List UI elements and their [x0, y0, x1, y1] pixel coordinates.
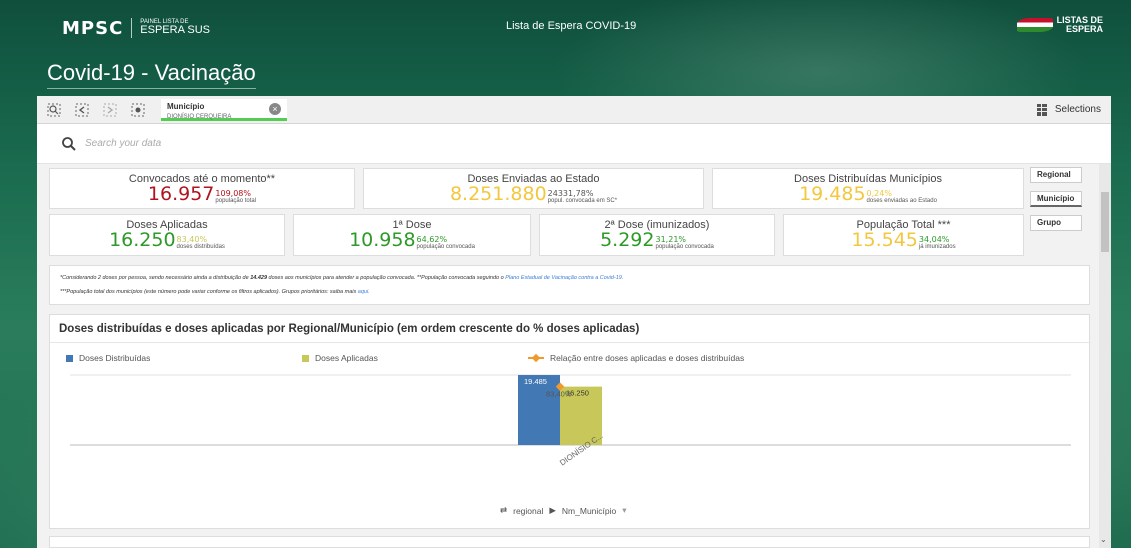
- kpi-label: 2ª Dose (imunizados): [604, 219, 710, 231]
- footnote-bold-number: 14.429: [250, 275, 268, 281]
- selections-icon: [1036, 103, 1047, 116]
- selection-toolbar: Município DIONÍSIO CERQUEIRA × Selection…: [37, 96, 1111, 124]
- bar-chart[interactable]: 19.48516.25083,40%DIONÍSIO C...: [50, 365, 1091, 505]
- header-center-title: Lista de Espera COVID-19: [506, 20, 637, 32]
- kpi-pct: 31,21%: [655, 235, 687, 244]
- sheet-content: Convocados até o momento** 16.957 109,08…: [37, 164, 1111, 548]
- logo-divider: [131, 18, 133, 38]
- kpi-pct: 83,40%: [176, 235, 208, 244]
- kpi-sub: doses enviadas ao Estado: [866, 198, 937, 204]
- municipio-button[interactable]: Município: [1030, 191, 1082, 207]
- bottom-panel: [49, 536, 1090, 548]
- kpi-sub: população total: [215, 198, 257, 204]
- kpi-dose-1[interactable]: 1ª Dose 10.958 64,62% população convocada: [293, 214, 531, 256]
- plano-estadual-link[interactable]: Plano Estadual de Vacinação contra a Cov…: [505, 275, 623, 281]
- kpi-populacao-total[interactable]: População Total *** 15.545 34,04% já imun…: [783, 214, 1024, 256]
- footnote-line2: ***População total dos municípios (este …: [60, 285, 1079, 299]
- right-logo-line2: ESPERA: [1065, 24, 1103, 34]
- kpi-value: 8.251.880: [449, 183, 547, 205]
- listas-espera-logo: LISTAS DE ESPERA: [1016, 16, 1103, 34]
- legend-label: Relação entre doses aplicadas e doses di…: [550, 353, 745, 363]
- drilldown-icon: ⇄: [500, 505, 508, 515]
- legend-item-aplicadas[interactable]: Doses Aplicadas: [302, 353, 378, 363]
- bar-data-label: 19.485: [524, 377, 547, 386]
- step-forward-icon[interactable]: [99, 101, 121, 119]
- arrow-right-icon: ▶: [549, 505, 556, 515]
- chart-title: Doses distribuídas e doses aplicadas por…: [59, 323, 640, 335]
- divider: [50, 342, 1091, 343]
- mpsc-logo[interactable]: MPSC: [62, 18, 123, 39]
- scrollbar[interactable]: ⌄: [1099, 164, 1111, 548]
- search-icon: [62, 136, 76, 151]
- relation-data-label: 83,40%: [546, 390, 572, 399]
- kpi-doses-enviadas[interactable]: Doses Enviadas ao Estado 8.251.880 24331…: [363, 168, 704, 209]
- kpi-pct: 0,24%: [866, 189, 892, 198]
- selection-field-value: DIONÍSIO CERQUEIRA: [167, 114, 232, 120]
- chart-panel[interactable]: Doses distribuídas e doses aplicadas por…: [49, 314, 1091, 529]
- clear-selections-icon[interactable]: [127, 101, 149, 119]
- kpi-dose-2[interactable]: 2ª Dose (imunizados) 5.292 31,21% populaç…: [539, 214, 775, 256]
- selection-field-label: Município: [167, 102, 205, 111]
- footnote-line1: *Considerando 2 doses por pessoa, sendo …: [60, 271, 1079, 285]
- kpi-pct: 34,04%: [918, 235, 950, 244]
- page-title: Covid-19 - Vacinação: [47, 60, 256, 89]
- line-marker-icon: [528, 353, 544, 363]
- footnote: *Considerando 2 doses por pessoa, sendo …: [49, 265, 1090, 305]
- kpi-sub: já imunizados: [918, 244, 956, 250]
- kpi-label: Doses Distribuídas Municípios: [794, 173, 942, 185]
- legend-swatch: [302, 354, 309, 362]
- smart-search-icon[interactable]: [43, 101, 65, 119]
- header-bar: MPSC PAINEL LISTA DE ESPERA SUS Lista de…: [37, 10, 1111, 46]
- kpi-sub: população convocada: [655, 244, 714, 250]
- legend-item-distribuidas[interactable]: Doses Distribuídas: [66, 353, 150, 363]
- legend-item-relacao[interactable]: Relação entre doses aplicadas e doses di…: [528, 353, 744, 363]
- kpi-doses-aplicadas[interactable]: Doses Aplicadas 16.250 83,40% doses distr…: [49, 214, 285, 256]
- step-back-icon[interactable]: [71, 101, 93, 119]
- kpi-pct: 109,08%: [215, 189, 251, 198]
- kpi-sub: população convocada: [416, 244, 475, 250]
- dim-level-regional[interactable]: regional: [513, 506, 543, 516]
- kpi-sub: doses distribuídas: [176, 244, 225, 250]
- selection-pill-municipio[interactable]: Município DIONÍSIO CERQUEIRA ×: [161, 98, 287, 121]
- close-icon[interactable]: ×: [269, 102, 281, 115]
- logo-subtitle: PAINEL LISTA DE ESPERA SUS: [140, 19, 210, 37]
- kpi-value: 10.958: [349, 229, 416, 251]
- sc-flag-icon: [1016, 18, 1053, 32]
- kpi-pct: 64,62%: [416, 235, 448, 244]
- legend-swatch: [66, 354, 73, 362]
- kpi-value: 19.485: [799, 183, 866, 205]
- dim-level-municipio[interactable]: Nm_Município: [562, 506, 616, 516]
- kpi-sub: popul. convocada em SC*: [547, 198, 618, 204]
- legend-label: Doses Aplicadas: [315, 353, 378, 363]
- kpi-value: 16.957: [147, 183, 215, 205]
- kpi-value: 5.292: [600, 229, 655, 251]
- regional-button[interactable]: Regional: [1030, 167, 1082, 183]
- selections-button[interactable]: Selections: [1036, 103, 1101, 116]
- kpi-doses-distribuidas[interactable]: Doses Distribuídas Municípios 19.485 0,2…: [712, 168, 1024, 209]
- kpi-value: 15.545: [851, 229, 918, 251]
- legend-label: Doses Distribuídas: [79, 353, 151, 363]
- selections-label: Selections: [1054, 104, 1101, 115]
- footnote-text: *Considerando 2 doses por pessoa, sendo …: [60, 275, 251, 281]
- chevron-down-icon[interactable]: ▾: [622, 505, 626, 516]
- logo-sub-line2: ESPERA SUS: [140, 24, 210, 37]
- saiba-mais-link[interactable]: aqui.: [358, 289, 370, 295]
- footnote-text: ***População total dos municípios (este …: [60, 289, 358, 295]
- grupo-button[interactable]: Grupo: [1030, 215, 1082, 231]
- search-bar[interactable]: Search your data: [37, 124, 1111, 164]
- kpi-pct: 24331,78%: [547, 189, 594, 198]
- chevron-down-icon[interactable]: ⌄: [1100, 535, 1107, 544]
- footnote-text: doses aos municípios para atender a popu…: [267, 275, 506, 281]
- kpi-value: 16.250: [109, 229, 176, 251]
- dimension-navigator[interactable]: ⇄ regional ▶ Nm_Município ▾: [500, 505, 627, 516]
- kpi-convocados[interactable]: Convocados até o momento** 16.957 109,08…: [49, 168, 355, 209]
- search-input[interactable]: Search your data: [85, 138, 161, 149]
- scroll-thumb[interactable]: [1101, 192, 1109, 252]
